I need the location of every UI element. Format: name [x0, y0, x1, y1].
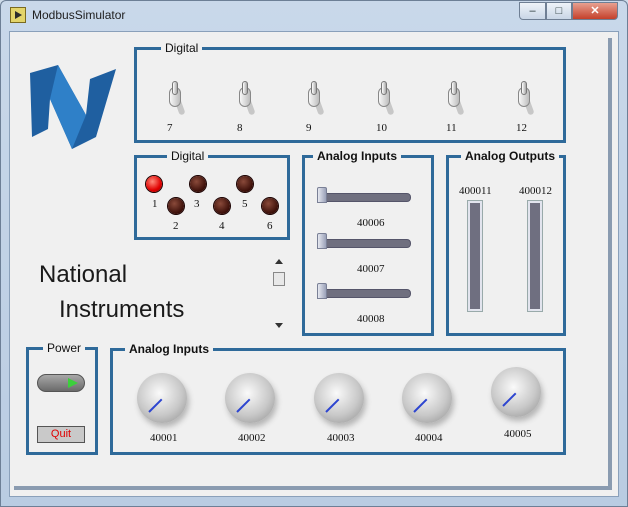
analog-outputs-label: Analog Outputs [461, 149, 559, 163]
knob-label: 40004 [415, 432, 443, 444]
slider-thumb-40008[interactable] [317, 283, 327, 299]
toggle-label: 12 [516, 122, 527, 134]
title-bar[interactable]: ModbusSimulator – □ ✕ [1, 1, 627, 29]
brand-text-line1: National [39, 261, 128, 288]
slider-track-40008[interactable] [319, 289, 411, 298]
led-indicator-4 [214, 198, 230, 214]
window-title: ModbusSimulator [32, 8, 126, 22]
toggle-switch-9[interactable] [308, 81, 325, 121]
toggle-switch-10[interactable] [378, 81, 395, 121]
minimize-button[interactable]: – [519, 2, 546, 20]
digital-leds-label: Digital [167, 149, 209, 163]
knob-pointer-icon [502, 392, 517, 407]
knob-label: 40001 [150, 432, 178, 444]
quit-button[interactable]: Quit [37, 426, 85, 443]
knob-pointer-icon [236, 398, 251, 413]
scroll-down-icon[interactable] [275, 323, 283, 328]
close-icon: ✕ [590, 5, 600, 17]
knob-pointer-icon [325, 398, 340, 413]
analog-inputs-knobs-label: Analog Inputs [125, 342, 213, 356]
output-bar-400012 [527, 200, 543, 312]
knob-label: 40003 [327, 432, 355, 444]
toggle-label: 9 [306, 122, 312, 134]
ni-logo-icon [30, 65, 116, 149]
led-indicator-2 [168, 198, 184, 214]
knob-pointer-icon [148, 398, 163, 413]
led-indicator-6 [262, 198, 278, 214]
led-label: 4 [219, 220, 225, 232]
slider-label: 40006 [357, 217, 385, 229]
slider-track-40007[interactable] [319, 239, 411, 248]
led-label: 5 [242, 198, 248, 210]
app-window: ModbusSimulator – □ ✕ Digital Digital An… [0, 0, 628, 507]
knob-40001[interactable] [137, 373, 187, 423]
knob-40003[interactable] [314, 373, 364, 423]
knob-40004[interactable] [402, 373, 452, 423]
toggle-label: 11 [446, 122, 457, 134]
output-bar-400011 [467, 200, 483, 312]
knob-label: 40005 [504, 428, 532, 440]
toggle-switch-11[interactable] [448, 81, 465, 121]
analog-outputs-group: Analog Outputs [446, 149, 566, 336]
toggle-label: 8 [237, 122, 243, 134]
led-label: 6 [267, 220, 273, 232]
power-button[interactable] [37, 374, 85, 392]
maximize-button[interactable]: □ [546, 2, 572, 20]
knob-pointer-icon [413, 398, 428, 413]
slider-thumb-40007[interactable] [317, 233, 327, 249]
led-indicator-1 [146, 176, 162, 192]
led-label: 3 [194, 198, 200, 210]
led-label: 2 [173, 220, 179, 232]
slider-label: 40008 [357, 313, 385, 325]
app-icon [10, 7, 26, 23]
slider-label: 40007 [357, 263, 385, 275]
output-label: 400011 [459, 185, 492, 197]
led-indicator-5 [237, 176, 253, 192]
maximize-icon: □ [555, 5, 563, 17]
output-label: 400012 [519, 185, 552, 197]
toggle-label: 7 [167, 122, 173, 134]
brand-text-line2: Instruments [59, 296, 185, 323]
toggle-switch-12[interactable] [518, 81, 535, 121]
toggle-switch-8[interactable] [239, 81, 256, 121]
scroll-up-icon[interactable] [275, 259, 283, 264]
text-scrollbar[interactable] [273, 259, 285, 331]
power-label: Power [43, 341, 86, 355]
knob-40005[interactable] [491, 367, 541, 417]
led-indicator-3 [190, 176, 206, 192]
digital-toggles-group: Digital [134, 41, 566, 143]
toggle-switch-7[interactable] [169, 81, 186, 121]
knob-label: 40002 [238, 432, 266, 444]
digital-toggles-label: Digital [161, 41, 203, 55]
slider-track-40006[interactable] [319, 193, 411, 202]
slider-thumb-40006[interactable] [317, 187, 327, 203]
led-label: 1 [152, 198, 158, 210]
knob-40002[interactable] [225, 373, 275, 423]
scroll-thumb[interactable] [273, 272, 285, 286]
minimize-icon: – [529, 5, 536, 17]
analog-inputs-sliders-label: Analog Inputs [313, 149, 401, 163]
close-button[interactable]: ✕ [572, 2, 618, 20]
toggle-label: 10 [376, 122, 387, 134]
